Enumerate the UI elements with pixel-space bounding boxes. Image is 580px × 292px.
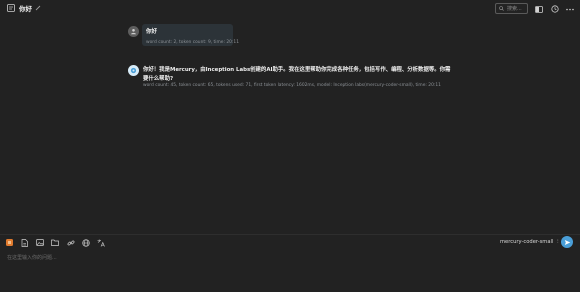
more-icon[interactable] xyxy=(565,4,575,14)
globe-icon[interactable] xyxy=(81,238,90,247)
user-message-text: 你好 xyxy=(146,29,158,35)
assistant-icon[interactable] xyxy=(5,238,14,247)
composer-toolbar xyxy=(5,238,112,247)
send-button[interactable] xyxy=(561,236,573,248)
model-label: mercury-coder-small xyxy=(500,239,554,245)
search-icon xyxy=(499,6,504,11)
chat-icon xyxy=(7,4,15,12)
search-placeholder: 搜索... xyxy=(507,6,522,12)
model-selector[interactable]: mercury-coder-small ⁝ xyxy=(500,239,559,245)
user-message-bubble: 你好 word count: 2, token count: 9, time: … xyxy=(142,24,240,46)
history-icon[interactable] xyxy=(550,4,560,14)
conversation-header: 你好 xyxy=(7,3,41,13)
image-icon[interactable] xyxy=(36,238,45,247)
assistant-avatar xyxy=(128,65,139,76)
search-input[interactable]: 搜索... xyxy=(495,3,528,14)
message-input[interactable]: 在这里输入你的问题... xyxy=(7,254,57,261)
assistant-message-meta: word count: 45, token count: 65, tokens … xyxy=(143,83,441,88)
link-icon[interactable] xyxy=(66,238,75,247)
composer-divider xyxy=(0,234,580,235)
edit-icon[interactable] xyxy=(35,5,41,11)
folder-icon[interactable] xyxy=(51,238,60,247)
conversation-title: 你好 xyxy=(19,5,32,13)
model-selector-handle: ⁝ xyxy=(557,239,559,245)
translate-icon[interactable] xyxy=(97,238,106,247)
send-icon xyxy=(564,239,570,245)
assistant-message-text: 你好！我是Mercury，由Inception Labs创建的AI助手。我在这里… xyxy=(143,67,451,82)
user-avatar xyxy=(128,26,139,37)
user-message-meta: word count: 2, token count: 9, time: 20:… xyxy=(146,40,240,45)
top-bar: 你好 搜索... xyxy=(0,0,580,18)
split-view-icon[interactable] xyxy=(534,4,544,14)
file-icon[interactable] xyxy=(20,238,29,247)
